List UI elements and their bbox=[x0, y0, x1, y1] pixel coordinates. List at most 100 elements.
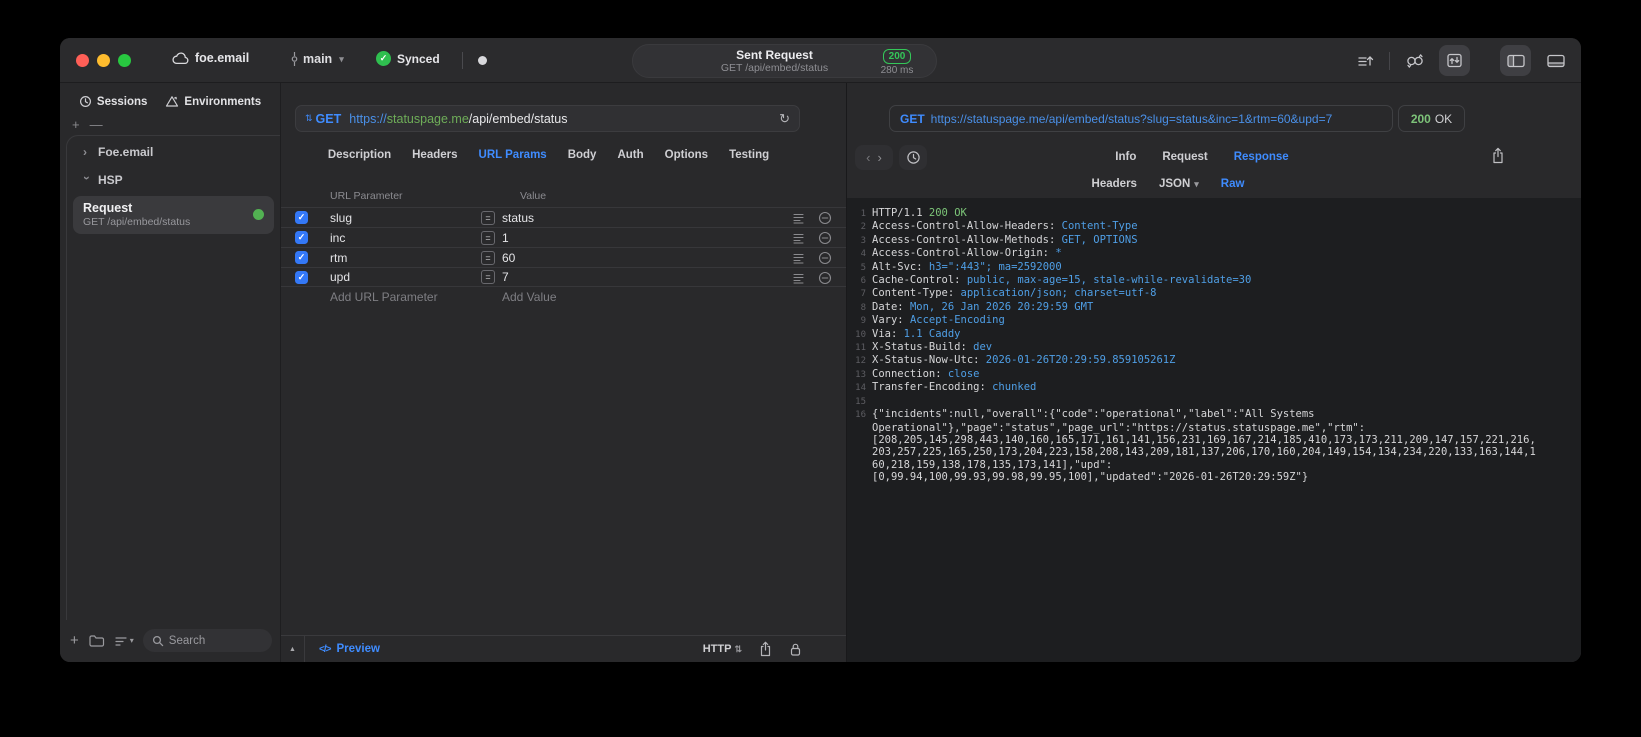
response-tab-info[interactable]: Info bbox=[1115, 149, 1136, 165]
share-request-icon[interactable] bbox=[759, 641, 772, 657]
sidebar-tab-label: Environments bbox=[184, 95, 262, 108]
tree-item-label: Foe.email bbox=[98, 145, 154, 159]
import-export-icon[interactable] bbox=[1439, 45, 1470, 76]
remove-param-icon[interactable] bbox=[818, 231, 832, 245]
protocol-select[interactable]: HTTP ⇅ bbox=[703, 643, 742, 655]
export-response-icon[interactable] bbox=[1491, 147, 1505, 164]
remove-param-icon[interactable] bbox=[818, 251, 832, 265]
response-subtab-headers[interactable]: Headers bbox=[1092, 178, 1137, 190]
request-url-bar[interactable]: ⇅ GET https://statuspage.me/api/embed/st… bbox=[295, 105, 800, 132]
url-host: statuspage.me bbox=[386, 111, 469, 126]
sidebar-search[interactable] bbox=[142, 629, 272, 652]
sent-request-pill[interactable]: Sent Request GET /api/embed/status 200 2… bbox=[632, 44, 937, 78]
params-table: ✓ slug = status ✓ inc = 1 ✓ rtm = 60 ✓ upd = 7 bbox=[281, 207, 846, 287]
window-controls bbox=[76, 54, 131, 67]
tree-item-foe-email[interactable]: › Foe.email bbox=[67, 140, 280, 164]
resend-icon[interactable]: ↻ bbox=[779, 111, 790, 127]
code-line: 14 Transfer-Encoding: chunked bbox=[847, 381, 1581, 394]
line-number: 16 bbox=[855, 410, 866, 421]
param-checkbox[interactable]: ✓ bbox=[295, 211, 308, 224]
param-description-icon[interactable] bbox=[791, 231, 806, 245]
request-tab-testing[interactable]: Testing bbox=[729, 147, 769, 163]
param-description-icon[interactable] bbox=[791, 251, 806, 265]
tree-item-hsp[interactable]: › HSP bbox=[67, 168, 280, 192]
remove-param-icon[interactable] bbox=[818, 211, 832, 225]
response-subtab-json[interactable]: JSON ▾ bbox=[1159, 178, 1199, 190]
add-session-button[interactable]: + bbox=[72, 117, 80, 132]
param-name-field[interactable]: inc bbox=[330, 231, 345, 245]
code-segment: public, max-age=15, stale-while-revalida… bbox=[966, 274, 1252, 287]
dynamic-values-icon[interactable] bbox=[1399, 45, 1430, 76]
response-tab-response[interactable]: Response bbox=[1234, 149, 1289, 165]
response-tab-request[interactable]: Request bbox=[1162, 149, 1207, 165]
new-request-button[interactable]: + bbox=[70, 633, 79, 648]
param-value-field[interactable]: 7 bbox=[502, 270, 509, 284]
new-folder-icon[interactable] bbox=[88, 634, 105, 648]
sidebar-tab-sessions[interactable]: Sessions bbox=[79, 95, 147, 108]
preview-label: Preview bbox=[336, 643, 380, 655]
response-url-display[interactable]: GET https://statuspage.me/api/embed/stat… bbox=[889, 105, 1393, 132]
method-stepper-icon[interactable]: ⇅ bbox=[305, 113, 313, 124]
param-value-field[interactable]: status bbox=[502, 211, 534, 225]
response-body[interactable]: 1 HTTP/1.1 200 OK 2 Access-Control-Allow-He… bbox=[847, 198, 1581, 662]
response-status-code: 200 bbox=[1410, 111, 1431, 126]
param-description-icon[interactable] bbox=[791, 211, 806, 225]
param-name-field[interactable]: slug bbox=[330, 211, 352, 225]
remove-param-icon[interactable] bbox=[818, 271, 832, 285]
toggle-sidebar-icon[interactable] bbox=[1500, 45, 1531, 76]
request-method[interactable]: GET bbox=[316, 112, 342, 126]
sync-status[interactable]: ✓ Synced bbox=[376, 51, 440, 66]
param-checkbox[interactable]: ✓ bbox=[295, 270, 308, 284]
branch-menu[interactable]: main ▾ bbox=[290, 51, 344, 67]
code-text: Alt-Svc: h3=":443"; ma=2592000 bbox=[872, 261, 1062, 274]
tree-item-label: HSP bbox=[98, 173, 123, 187]
request-tab-body[interactable]: Body bbox=[568, 147, 597, 163]
chevron-down-icon: › bbox=[80, 176, 94, 180]
add-value-field[interactable]: Add Value bbox=[502, 290, 557, 304]
request-tab-description[interactable]: Description bbox=[328, 147, 391, 163]
code-line: 3 Access-Control-Allow-Methods: GET, OPTI… bbox=[847, 234, 1581, 247]
add-url-parameter-field[interactable]: Add URL Parameter bbox=[330, 290, 438, 304]
param-checkbox[interactable]: ✓ bbox=[295, 231, 308, 244]
request-tab-url-params[interactable]: URL Params bbox=[479, 147, 547, 163]
branch-icon bbox=[290, 51, 299, 67]
sort-list-icon[interactable]: ▾ bbox=[114, 635, 134, 647]
code-segment: Connection: bbox=[872, 367, 948, 380]
zoom-button[interactable] bbox=[118, 54, 131, 67]
line-number: 14 bbox=[855, 383, 866, 394]
response-subtab-raw[interactable]: Raw bbox=[1221, 178, 1245, 190]
param-name-field[interactable]: rtm bbox=[330, 251, 347, 265]
sidebar: Sessions Environments + — › Foe.email › HSP … bbox=[60, 83, 281, 662]
request-tab-auth[interactable]: Auth bbox=[617, 147, 643, 163]
param-value-field[interactable]: 1 bbox=[502, 231, 509, 245]
branch-name: main bbox=[303, 52, 333, 66]
lock-icon[interactable] bbox=[789, 642, 802, 657]
code-text: Cache-Control: public, max-age=15, stale… bbox=[872, 274, 1251, 287]
project-menu[interactable]: foe.email bbox=[172, 51, 249, 65]
param-name-field[interactable]: upd bbox=[330, 270, 350, 284]
code-line: 1 HTTP/1.1 200 OK bbox=[847, 207, 1581, 220]
param-checkbox[interactable]: ✓ bbox=[295, 251, 308, 264]
toggle-bottom-panel-icon[interactable] bbox=[1540, 45, 1571, 76]
request-tab-headers[interactable]: Headers bbox=[412, 147, 457, 163]
code-segment: h3=":443"; ma=2592000 bbox=[928, 260, 1062, 273]
param-description-icon[interactable] bbox=[791, 271, 806, 285]
code-segment: 2026-01-26T20:29:59.859105261Z bbox=[985, 354, 1176, 367]
request-queue-icon[interactable] bbox=[1349, 45, 1380, 76]
search-input[interactable] bbox=[168, 634, 263, 647]
collapse-panel-icon[interactable]: ▲ bbox=[281, 636, 305, 662]
line-number bbox=[847, 446, 872, 458]
code-segment: [0,99.94,100,99.93,99.98,99.95,100],"upd… bbox=[872, 471, 1309, 484]
sidebar-tab-environments[interactable]: Environments bbox=[165, 95, 261, 108]
param-row: ✓ slug = status bbox=[281, 207, 846, 227]
check-icon: ✓ bbox=[297, 212, 306, 222]
param-value-field[interactable]: 60 bbox=[502, 251, 515, 265]
preview-button[interactable]: </> Preview bbox=[319, 643, 380, 655]
minimize-button[interactable] bbox=[97, 54, 110, 67]
close-button[interactable] bbox=[76, 54, 89, 67]
remove-session-button[interactable]: — bbox=[90, 117, 103, 132]
request-tab-options[interactable]: Options bbox=[665, 147, 708, 163]
subtab-label: Headers bbox=[1091, 178, 1137, 190]
request-list-item-selected[interactable]: Request GET /api/embed/status bbox=[73, 196, 274, 234]
